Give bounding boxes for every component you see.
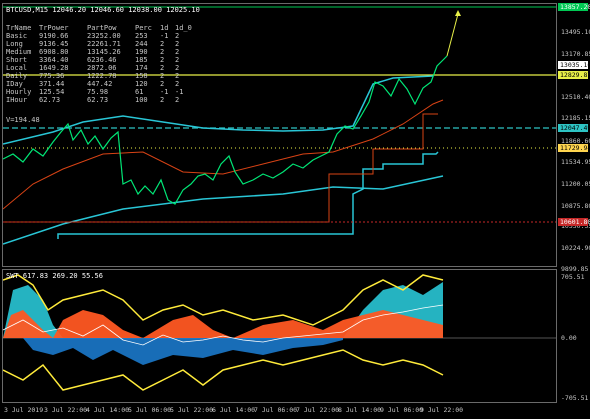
oscillator-header: SWT 617.83 269.20 55.56 [6,272,103,280]
price-tag-red: 10601.80 [558,218,590,226]
time-axis-label: 5 Jul 06:00 [128,406,172,414]
time-axis-label: 4 Jul 14:00 [86,406,130,414]
time-axis-label: 8 Jul 14:00 [338,406,382,414]
table-row: IHour 62.73 62.73 100 2 2 [6,96,180,104]
time-axis-label: 7 Jul 22:00 [296,406,340,414]
price-tag-cyan: 12047.49 [558,124,590,132]
table-row: IDay 371.44 447.42 120 2 2 [6,80,180,88]
time-axis-label: 9 Jul 22:00 [420,406,464,414]
forecast-arrow [446,13,459,57]
price-axis-label: 12510.40 [561,93,590,101]
trend-red [3,99,444,210]
table-row: Hourly 125.54 75.98 61 -1 -1 [6,88,184,96]
price-tag-yellow: 12829.87 [558,71,590,79]
time-axis-label: 7 Jul 06:00 [254,406,298,414]
price-tag-gold: 11729.94 [558,144,590,152]
time-axis-label: 3 Jul 22:00 [44,406,88,414]
table-row: Short 3364.40 6236.46 185 2 2 [6,56,180,64]
time-axis-label: 5 Jul 22:00 [170,406,214,414]
sub-axis-label: -705.51 [561,394,589,402]
time-axis-label: 3 Jul 2019 [4,406,44,414]
price-axis-label: 10875.80 [561,202,590,210]
sub-axis-label: 0.00 [561,334,577,342]
arrow-head [455,10,461,16]
orange-area [3,310,443,338]
price-axis-label: 11200.05 [561,180,590,188]
price-axis-label: 13495.10 [561,28,590,36]
table-row: Daily 775.36 1222.78 158 2 2 [6,72,180,80]
sub-axis-label: 705.51 [561,273,585,281]
table-row: Local 1649.28 2872.06 174 2 2 [6,64,180,72]
time-axis-label: 9 Jul 06:00 [380,406,424,414]
level-red [3,113,438,223]
price-tag-current: 13035.10 [558,61,590,69]
trend-table: TrName TrPower PartPow Perc 1d 1d_0 Basic 9190… [6,24,195,104]
price-axis-label: 11534.95 [561,158,590,166]
price-axis-label: 12185.15 [561,114,590,122]
yellow-lower [3,349,444,391]
chart-header: BTCUSD,M15 12046.20 12046.60 12038.00 12… [6,6,200,14]
v-label: V=194.48 [6,116,40,124]
price-tag-green: 13857.20 [558,3,590,11]
table-row: Basic 9190.66 23252.00 253 -1 2 [6,32,180,40]
table-row: Medium 6908.80 13145.26 190 2 2 [6,48,180,56]
price-axis-label: 9899.85 [561,265,589,273]
table-row: Long 9136.45 22261.71 244 2 2 [6,40,180,48]
price-axis-label: 10224.90 [561,244,590,252]
time-axis-label: 6 Jul 14:00 [212,406,256,414]
table-header: TrName TrPower PartPow Perc 1d 1d_0 [6,24,192,32]
price-axis-label: 13170.85 [561,50,590,58]
oscillator-svg [3,274,556,391]
